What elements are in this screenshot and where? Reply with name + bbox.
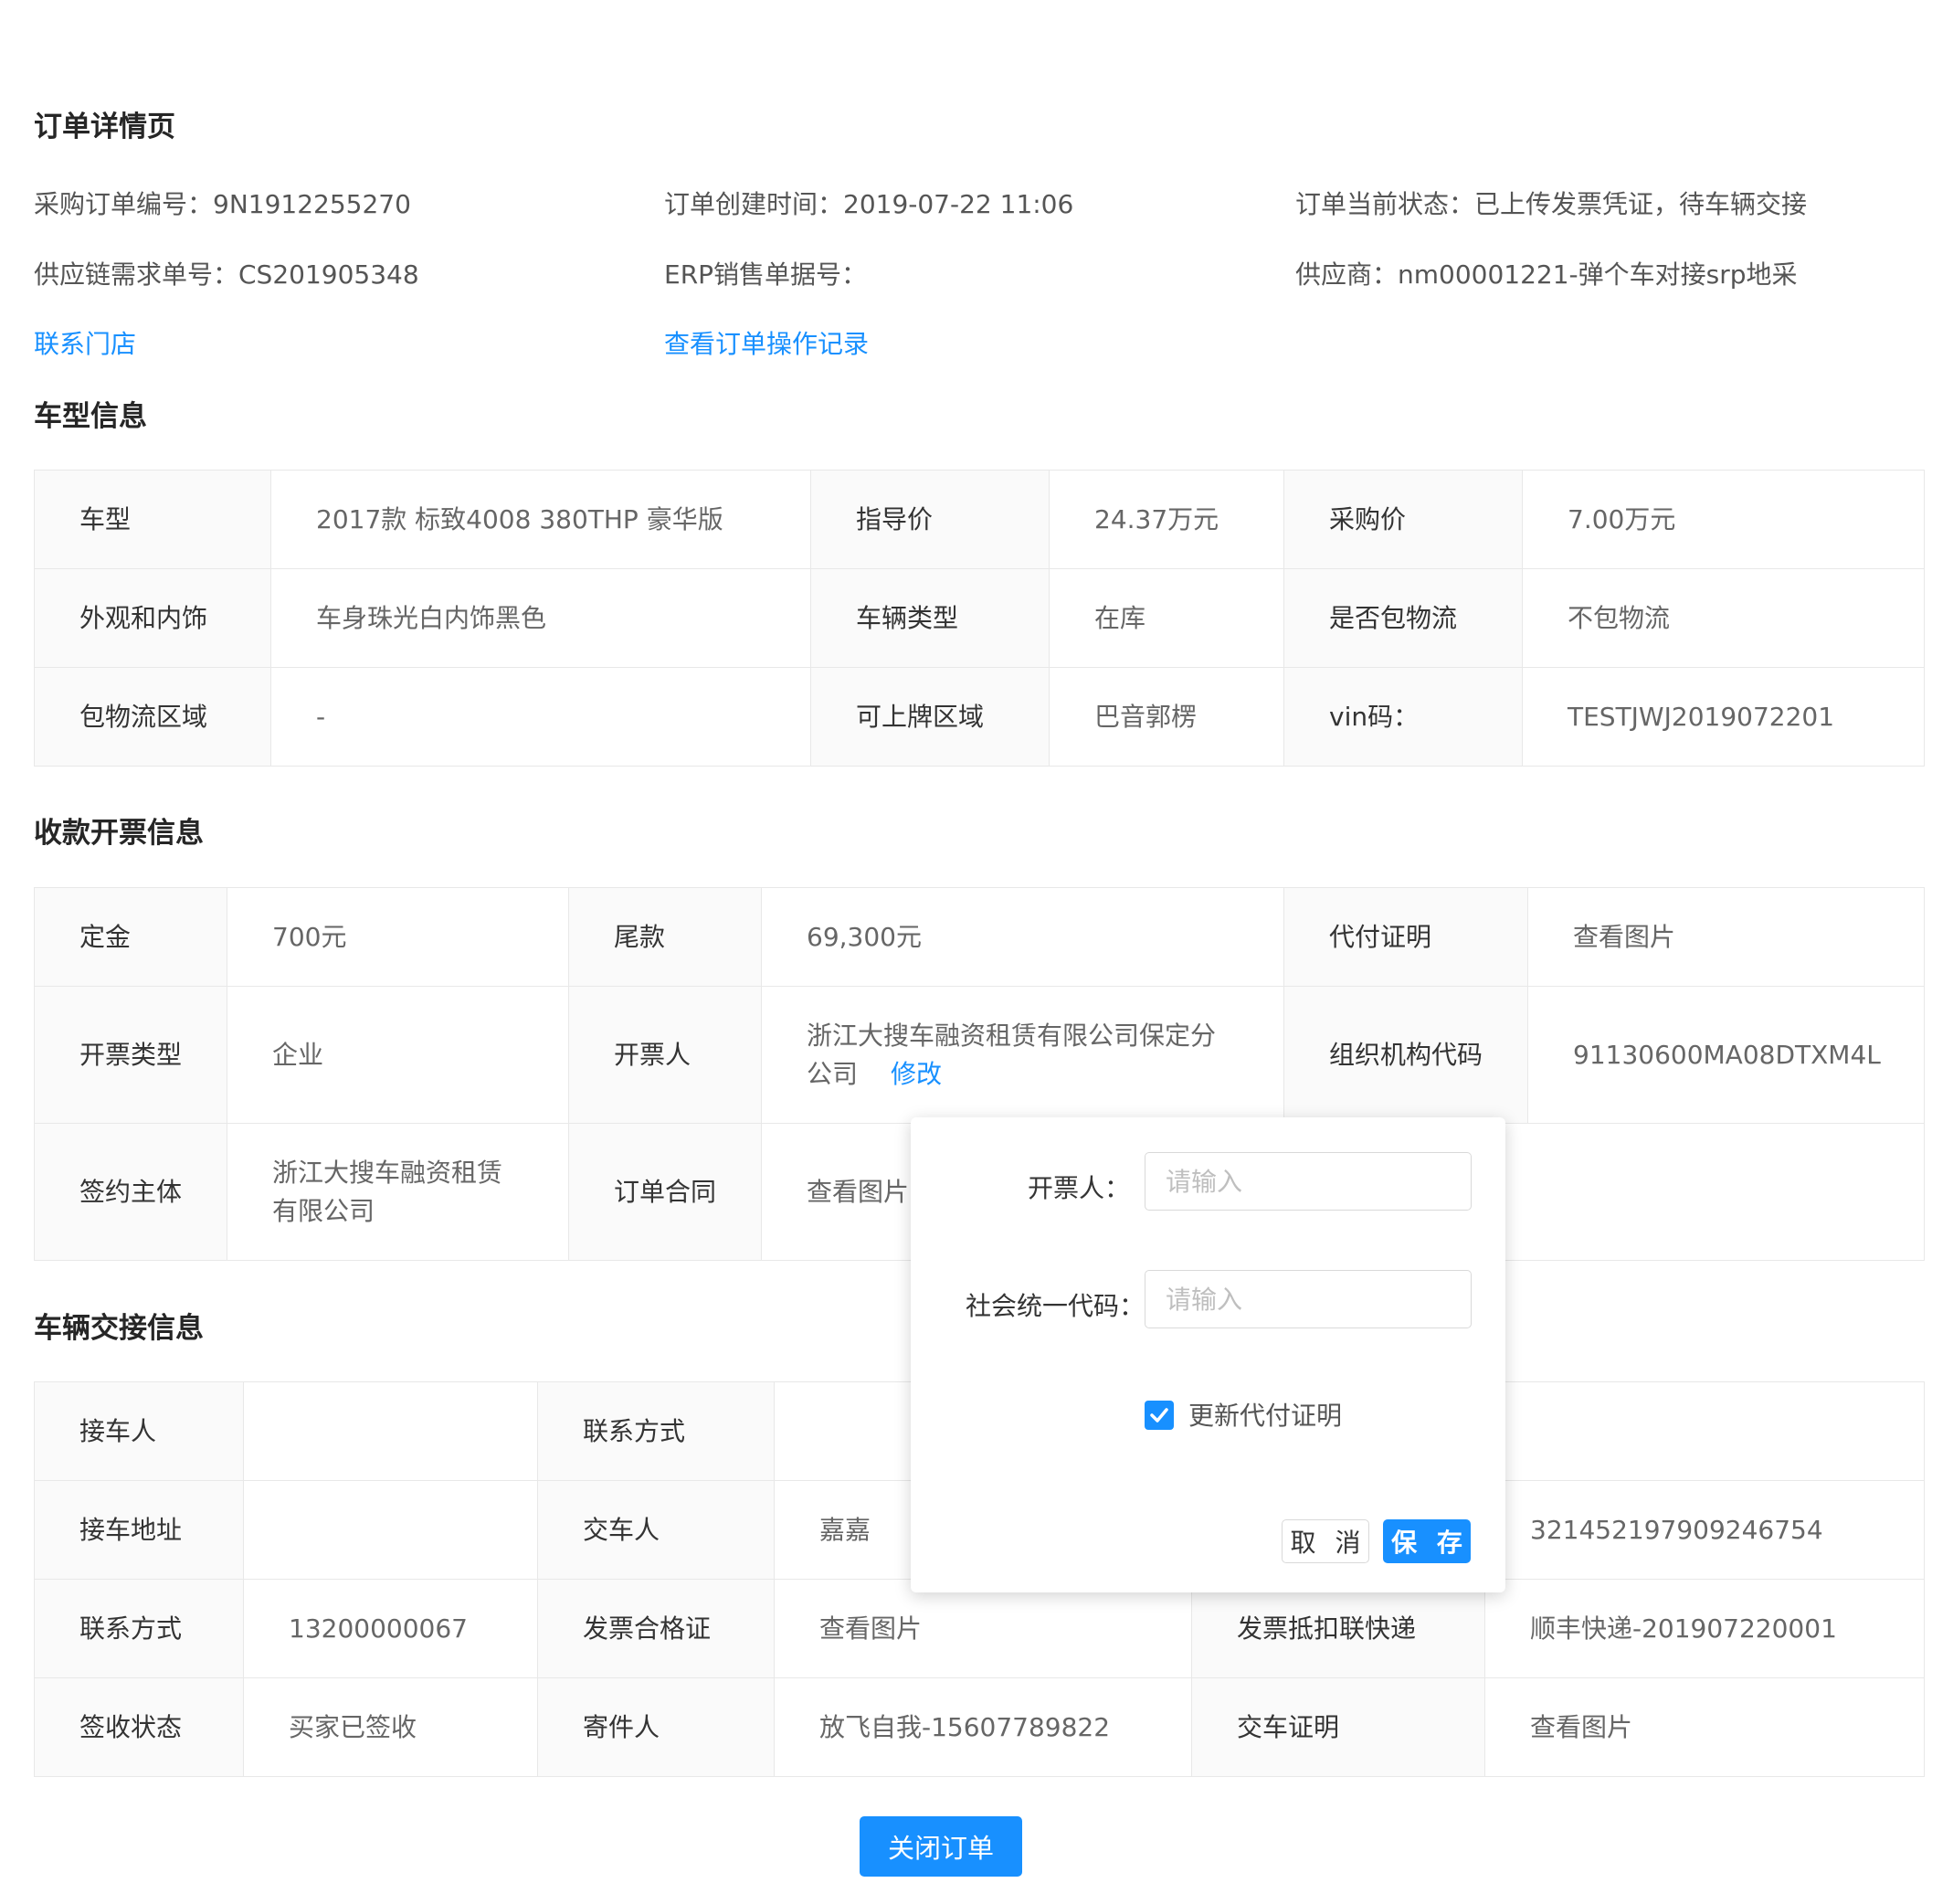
checkmark-icon xyxy=(1150,1408,1168,1423)
page-title: 订单详情页 xyxy=(34,111,175,143)
sign-status-label: 签收状态 xyxy=(34,1677,244,1777)
supplier: 供应商：nm00001221-弹个车对接srp地采 xyxy=(1295,259,1798,290)
vin-value: TESTJWJ2019072201 xyxy=(1522,667,1925,767)
logistics-included-value: 不包物流 xyxy=(1522,568,1925,668)
balance-label: 尾款 xyxy=(568,887,762,987)
balance-value: 69,300元 xyxy=(761,887,1284,987)
phone-value: 13200000067 xyxy=(243,1579,538,1678)
proxy-proof-view-link[interactable]: 查看图片 xyxy=(1527,887,1925,987)
color-value: 车身珠光白内饰黑色 xyxy=(270,568,811,668)
popover-code-label: 社会统一代码： xyxy=(965,1291,1145,1321)
supply-chain-number: 供应链需求单号：CS201905348 xyxy=(34,259,419,290)
social-credit-code-input[interactable] xyxy=(1145,1270,1472,1328)
org-code-label: 组织机构代码 xyxy=(1283,986,1528,1124)
id-number-value: 321452197909246754 xyxy=(1484,1480,1925,1580)
table-row: 联系方式 13200000067 发票合格证 查看图片 发票抵扣联快递 顺丰快递… xyxy=(34,1579,1925,1678)
receiver-label: 接车人 xyxy=(34,1381,244,1481)
guide-price-label: 指导价 xyxy=(810,470,1050,569)
contact-store-link[interactable]: 联系门店 xyxy=(34,324,136,361)
view-operation-log-link[interactable]: 查看订单操作记录 xyxy=(664,324,869,361)
update-proxy-proof-checkbox[interactable] xyxy=(1145,1401,1174,1430)
close-order-button[interactable]: 关闭订单 xyxy=(860,1816,1022,1877)
save-button[interactable]: 保 存 xyxy=(1383,1519,1471,1563)
table-row: 车型 2017款 标致4008 380THP 豪华版 指导价 24.37万元 采… xyxy=(34,470,1925,569)
table-row: 包物流区域 - 可上牌区域 巴音郭楞 vin码： TESTJWJ20190722… xyxy=(34,667,1925,767)
contract-label: 订单合同 xyxy=(568,1123,762,1261)
logistics-region-label: 包物流区域 xyxy=(34,667,271,767)
org-code-value: 91130600MA08DTXM4L xyxy=(1527,986,1925,1124)
vehicle-model-label: 车型 xyxy=(34,470,271,569)
cancel-button[interactable]: 取 消 xyxy=(1282,1519,1369,1563)
issuer-value: 浙江大搜车融资租赁有限公司保定分公司 xyxy=(807,1020,1217,1089)
issuer-input[interactable] xyxy=(1145,1152,1472,1211)
vehicle-section-title: 车型信息 xyxy=(34,400,147,433)
created-time: 订单创建时间：2019-07-22 11:06 xyxy=(664,189,1074,219)
empty-cell xyxy=(1527,1123,1925,1261)
invoice-cert-view-link[interactable]: 查看图片 xyxy=(774,1579,1192,1678)
guide-price-value: 24.37万元 xyxy=(1049,470,1284,569)
po-number: 采购订单编号：9N1912255270 xyxy=(34,189,411,219)
invoice-type-value: 企业 xyxy=(227,986,569,1124)
pickup-address-value xyxy=(243,1480,538,1580)
invoice-type-label: 开票类型 xyxy=(34,986,227,1124)
vehicle-type-label: 车辆类型 xyxy=(810,568,1050,668)
table-row: 开票类型 企业 开票人 浙江大搜车融资租赁有限公司保定分公司 修改 组织机构代码 … xyxy=(34,986,1925,1124)
issuer-cell: 浙江大搜车融资租赁有限公司保定分公司 修改 xyxy=(761,986,1284,1124)
vehicle-type-value: 在库 xyxy=(1049,568,1284,668)
issuer-edit-link[interactable]: 修改 xyxy=(891,1059,942,1089)
table-row: 签收状态 买家已签收 寄件人 放飞自我-15607789822 交车证明 查看图… xyxy=(34,1677,1925,1777)
purchase-price-value: 7.00万元 xyxy=(1522,470,1925,569)
invoice-cert-label: 发票合格证 xyxy=(537,1579,775,1678)
sender-value: 放飞自我-15607789822 xyxy=(774,1677,1192,1777)
update-proxy-proof-label[interactable]: 更新代付证明 xyxy=(1188,1396,1342,1433)
erp-number: ERP销售单据号： xyxy=(664,259,868,290)
sign-status-value: 买家已签收 xyxy=(243,1677,538,1777)
plate-region-label: 可上牌区域 xyxy=(810,667,1050,767)
express-label: 发票抵扣联快递 xyxy=(1191,1579,1485,1678)
phone-label: 联系方式 xyxy=(34,1579,244,1678)
table-row: 定金 700元 尾款 69,300元 代付证明 查看图片 xyxy=(34,887,1925,987)
popover-issuer-label: 开票人： xyxy=(1027,1173,1130,1203)
vehicle-info-table: 车型 2017款 标致4008 380THP 豪华版 指导价 24.37万元 采… xyxy=(34,470,1925,767)
logistics-region-value: - xyxy=(270,667,811,767)
order-status: 订单当前状态：已上传发票凭证，待车辆交接 xyxy=(1295,189,1808,219)
receiver-value xyxy=(243,1381,538,1481)
payment-section-title: 收款开票信息 xyxy=(34,817,204,850)
delivery-proof-label: 交车证明 xyxy=(1191,1677,1485,1777)
handover-section-title: 车辆交接信息 xyxy=(34,1312,204,1345)
issuer-label: 开票人 xyxy=(568,986,762,1124)
plate-region-value: 巴音郭楞 xyxy=(1049,667,1284,767)
table-row: 外观和内饰 车身珠光白内饰黑色 车辆类型 在库 是否包物流 不包物流 xyxy=(34,568,1925,668)
proxy-proof-label: 代付证明 xyxy=(1283,887,1528,987)
signer-value: 浙江大搜车融资租赁有限公司 xyxy=(227,1123,569,1261)
contact-label: 联系方式 xyxy=(537,1381,775,1481)
delivery-proof-view-link[interactable]: 查看图片 xyxy=(1484,1677,1925,1777)
logistics-included-label: 是否包物流 xyxy=(1283,568,1523,668)
deposit-label: 定金 xyxy=(34,887,227,987)
pickup-address-label: 接车地址 xyxy=(34,1480,244,1580)
purchase-price-label: 采购价 xyxy=(1283,470,1523,569)
express-value: 顺丰快递-201907220001 xyxy=(1484,1579,1925,1678)
deposit-value: 700元 xyxy=(227,887,569,987)
vin-label: vin码： xyxy=(1283,667,1523,767)
sender-label: 寄件人 xyxy=(537,1677,775,1777)
empty-cell xyxy=(1484,1381,1925,1481)
vehicle-model-value: 2017款 标致4008 380THP 豪华版 xyxy=(270,470,811,569)
edit-issuer-popover: 开票人： 社会统一代码： 更新代付证明 取 消 保 存 xyxy=(911,1117,1505,1592)
deliverer-label: 交车人 xyxy=(537,1480,775,1580)
color-label: 外观和内饰 xyxy=(34,568,271,668)
signer-label: 签约主体 xyxy=(34,1123,227,1261)
